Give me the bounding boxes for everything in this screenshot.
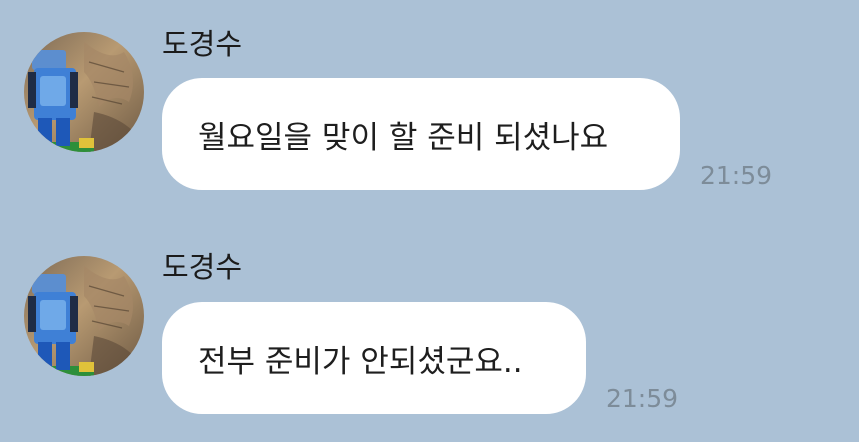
message-bubble[interactable]: 월요일을 맞이 할 준비 되셨나요 [162, 78, 680, 190]
message-timestamp: 21:59 [606, 384, 679, 413]
sender-avatar[interactable] [24, 256, 144, 376]
message-text: 월요일을 맞이 할 준비 되셨나요 [198, 119, 609, 156]
sender-name: 도경수 [162, 27, 243, 61]
message-bubble[interactable]: 전부 준비가 안되셨군요.. [162, 302, 586, 414]
chat-message: 도경수 전부 준비가 안되셨군요.. 21:59 [0, 215, 859, 442]
message-text: 전부 준비가 안되셨군요.. [198, 343, 523, 380]
profile-photo-icon [24, 256, 144, 376]
profile-photo-icon [24, 32, 144, 152]
message-timestamp: 21:59 [700, 161, 773, 190]
sender-avatar[interactable] [24, 32, 144, 152]
chat-message: 도경수 월요일을 맞이 할 준비 되셨나요 21:59 [0, 0, 859, 215]
sender-name: 도경수 [162, 250, 243, 284]
